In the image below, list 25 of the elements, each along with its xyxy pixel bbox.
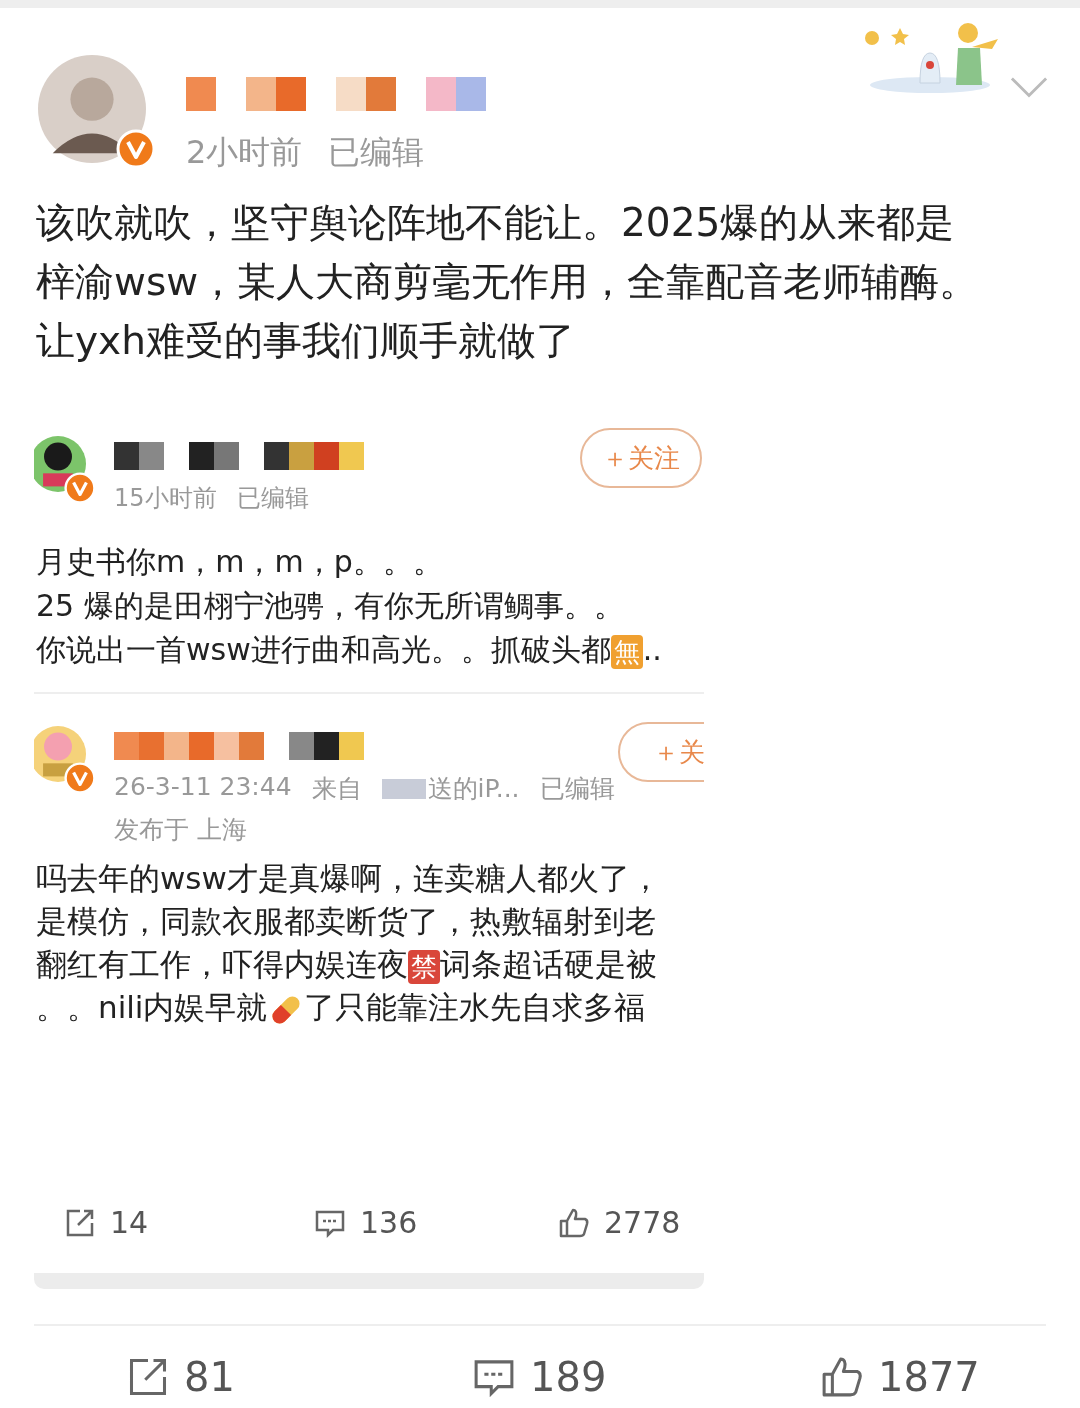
edited-label: 已编辑 (236, 483, 309, 514)
repost-button[interactable]: 81 (126, 1354, 235, 1400)
comment-button[interactable]: 136 (314, 1205, 418, 1240)
repost-button[interactable]: 14 (64, 1205, 149, 1240)
thumbs-up-icon (820, 1355, 864, 1399)
post-time: 2小时前 (186, 132, 303, 173)
source-device: 送的iP... (427, 773, 520, 805)
verified-icon (64, 472, 96, 504)
edited-label: 已编辑 (539, 773, 615, 805)
avatar[interactable] (38, 55, 146, 163)
post-time: 26-3-11 23:44 (114, 772, 292, 803)
post-text: 吗去年的wsw才是真爆啊，连卖糖人都火了， 是模仿，同款衣服都卖断货了，热敷辐射到老 翻红有工作，吓得内娱连夜禁词条超话硬是被 。。nili内娱早就 了只能靠注水先自求多福 (34, 857, 704, 1029)
thumbs-up-icon (558, 1206, 590, 1239)
post-location: 发布于 上海 (114, 814, 247, 846)
verified-icon (64, 762, 96, 794)
post-text: 月史书你m，m，m，p。。。 25 爆的是田栩宁池骋，有你无所谓鲷事。。 你说出一首wsw进行曲和高光。。抓破头都無.. (35, 543, 663, 671)
post-time: 15小时前 (114, 483, 217, 514)
source-label: 来自 (311, 773, 362, 805)
verified-icon (116, 129, 156, 169)
like-button[interactable]: 1877 (820, 1354, 980, 1400)
comment-button[interactable]: 189 (472, 1354, 607, 1400)
edited-label: 已编辑 (328, 132, 425, 173)
pixelated-text (381, 778, 426, 799)
post-text: 该吹就吹，坚守舆论阵地不能让。2025爆的从来都是 梓渝wsw，某人大商剪毫无作用，全靠配音老师辅酶。 让yxh难受的事我们顺手就做了 (36, 199, 980, 365)
like-button[interactable]: 2778 (558, 1205, 681, 1240)
